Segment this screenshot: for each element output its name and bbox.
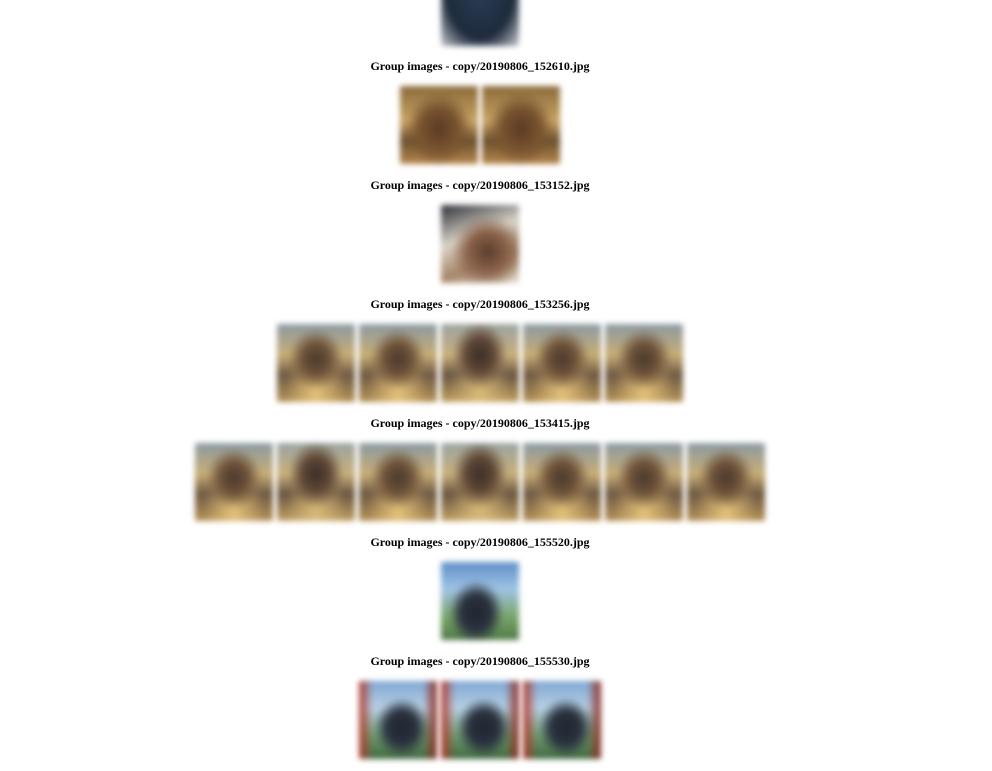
group-thumbnail[interactable] <box>482 86 560 164</box>
group-thumbnail[interactable] <box>523 443 601 521</box>
group-caption: Group images - copy/20190806_152610.jpg <box>370 59 590 73</box>
group-thumbnail[interactable] <box>359 324 437 402</box>
group-caption: Group images - copy/20190806_153415.jpg <box>370 416 590 430</box>
group-thumbnail[interactable] <box>523 324 601 402</box>
group-caption: Group images - copy/20190806_155530.jpg <box>370 654 590 668</box>
group-thumbnail[interactable] <box>359 681 437 759</box>
group-thumbnail[interactable] <box>441 205 519 283</box>
group-thumbnail[interactable] <box>277 443 355 521</box>
group-caption: Group images - copy/20190806_153256.jpg <box>370 297 590 311</box>
group-thumbnail[interactable] <box>359 443 437 521</box>
group-thumbnail[interactable] <box>400 86 478 164</box>
group-thumbnail[interactable] <box>441 324 519 402</box>
image-groups-page: Group images - copy/20190806_152610.jpg … <box>0 0 992 771</box>
group-thumbnail[interactable] <box>441 0 519 46</box>
group-thumbnail[interactable] <box>605 443 683 521</box>
group-thumbnail[interactable] <box>195 443 273 521</box>
group-thumbnail[interactable] <box>441 443 519 521</box>
group-caption: Group images - copy/20190806_155520.jpg <box>370 535 590 549</box>
group-thumbnail[interactable] <box>523 681 601 759</box>
group-caption: Group images - copy/20190806_153152.jpg <box>370 178 590 192</box>
group-thumbnail[interactable] <box>687 443 765 521</box>
group-thumbnail[interactable] <box>605 324 683 402</box>
group-thumbnail[interactable] <box>277 324 355 402</box>
group-thumbnail[interactable] <box>441 562 519 640</box>
group-thumbnail[interactable] <box>441 681 519 759</box>
